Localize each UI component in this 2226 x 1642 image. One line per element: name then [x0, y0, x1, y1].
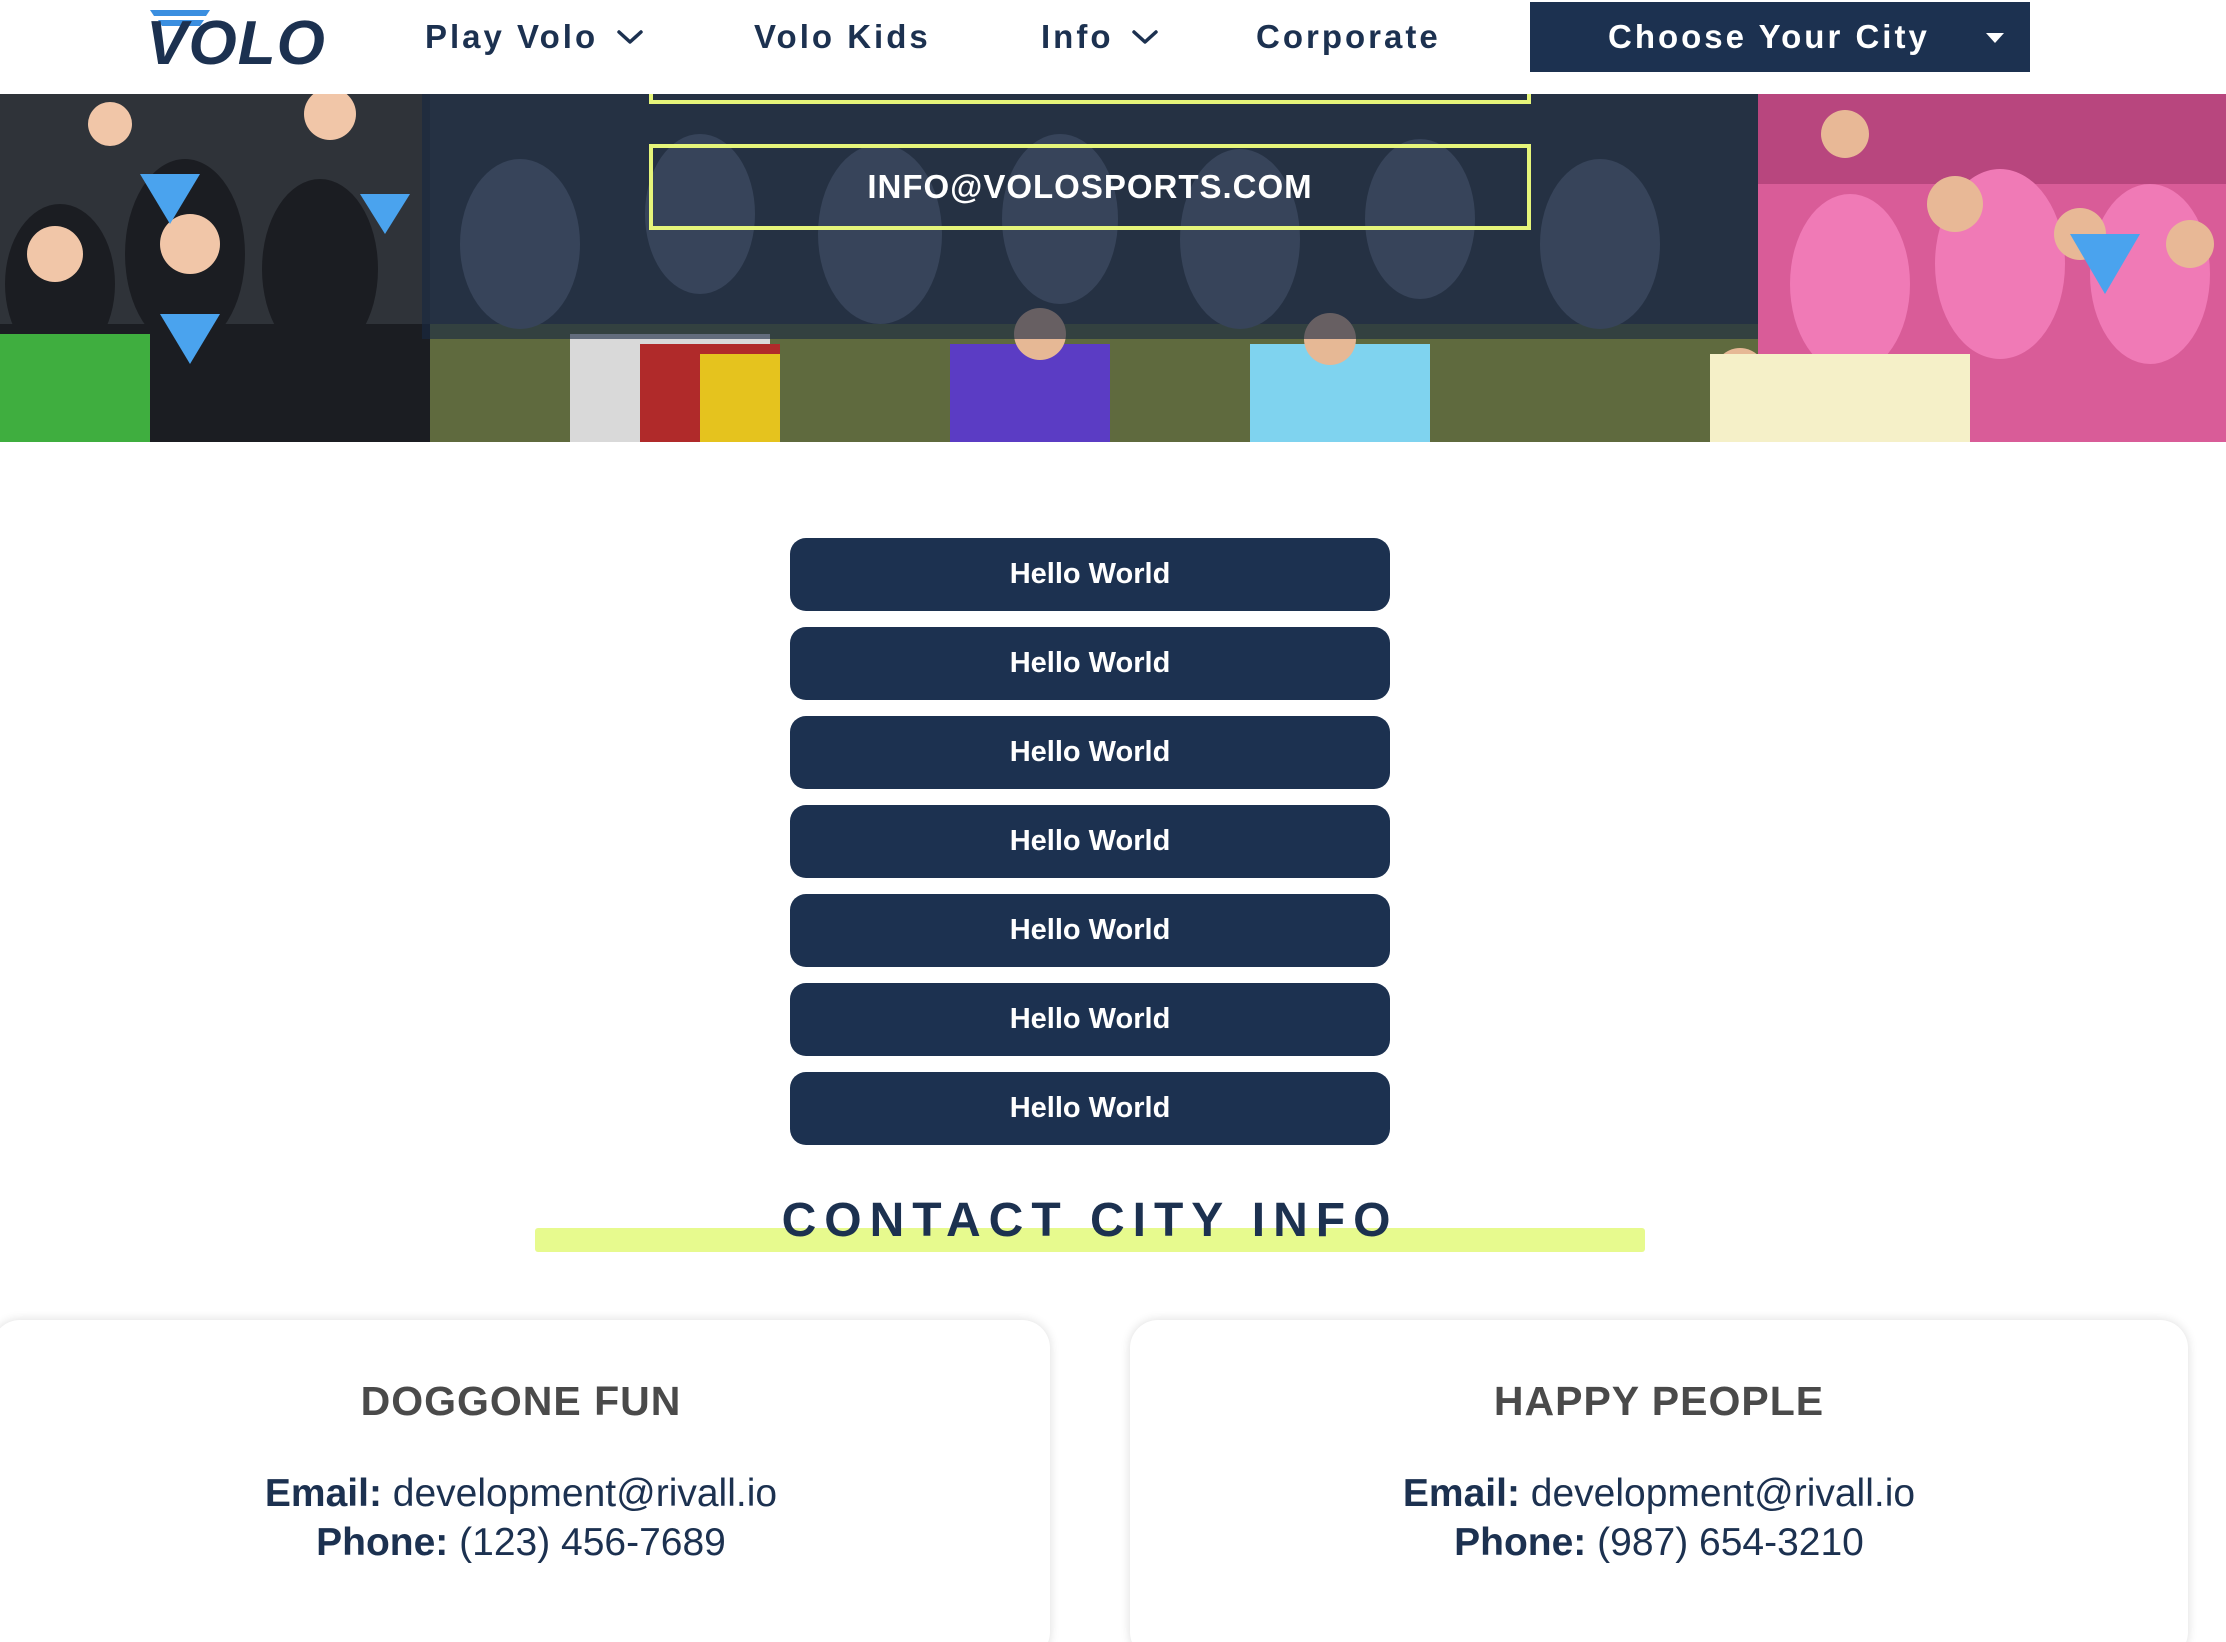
card-phone-line: Phone: (987) 654-3210 — [1130, 1518, 2188, 1567]
phone-label: Phone: — [1454, 1521, 1587, 1564]
nav-volo-kids[interactable]: Volo Kids — [754, 0, 931, 74]
hello-world-button[interactable]: Hello World — [790, 805, 1390, 878]
nav-volo-kids-label: Volo Kids — [754, 18, 931, 55]
hello-world-button[interactable]: Hello World — [790, 894, 1390, 967]
card-phone-line: Phone: (123) 456-7689 — [0, 1518, 1050, 1567]
chevron-down-icon — [617, 30, 643, 44]
choose-your-city-dropdown[interactable]: Choose Your City — [1530, 2, 2030, 72]
hello-world-button-list: Hello World Hello World Hello World Hell… — [790, 538, 1390, 1161]
contact-heading-section: CONTACT CITY INFO — [535, 1190, 1645, 1252]
phone-link[interactable]: (987) 654-3210 — [1597, 1521, 1864, 1564]
contact-heading: CONTACT CITY INFO — [781, 1194, 1399, 1247]
volo-logo[interactable]: VOLO — [150, 4, 325, 70]
nav-corporate[interactable]: Corporate — [1256, 0, 1441, 74]
hero-banner: INFO@VOLOSPORTS.COM — [0, 94, 2226, 442]
caret-down-icon — [1986, 33, 2004, 43]
nav-play-volo[interactable]: Play Volo — [425, 0, 644, 74]
hello-world-button[interactable]: Hello World — [790, 627, 1390, 700]
email-label: Email: — [1402, 1472, 1520, 1515]
svg-text:VOLO: VOLO — [150, 9, 325, 70]
contact-card-doggone-fun: DOGGONE FUN Email: development@rivall.io… — [0, 1320, 1050, 1642]
card-email-line: Email: development@rivall.io — [1130, 1469, 2188, 1518]
hello-world-button[interactable]: Hello World — [790, 538, 1390, 611]
contact-card-happy-people: HAPPY PEOPLE Email: development@rivall.i… — [1130, 1320, 2188, 1642]
hello-world-button[interactable]: Hello World — [790, 716, 1390, 789]
phone-label: Phone: — [316, 1521, 449, 1564]
card-email-line: Email: development@rivall.io — [0, 1469, 1050, 1518]
nav-info[interactable]: Info — [1041, 0, 1159, 74]
card-title: HAPPY PEOPLE — [1493, 1378, 1825, 1424]
phone-link[interactable]: (123) 456-7689 — [459, 1521, 726, 1564]
hello-world-button[interactable]: Hello World — [790, 1072, 1390, 1145]
hero-email-label: INFO@VOLOSPORTS.COM — [867, 168, 1313, 205]
email-label: Email: — [264, 1472, 382, 1515]
hello-world-button[interactable]: Hello World — [790, 983, 1390, 1056]
nav-play-volo-label: Play Volo — [425, 18, 599, 55]
hero-email-button[interactable]: INFO@VOLOSPORTS.COM — [649, 144, 1531, 230]
hero-outline-box — [649, 94, 1531, 104]
top-navigation: VOLO Play Volo Volo Kids Info Corporate … — [0, 0, 2226, 94]
nav-corporate-label: Corporate — [1256, 18, 1441, 55]
choose-your-city-label: Choose Your City — [1608, 18, 1930, 55]
chevron-down-icon — [1132, 30, 1159, 44]
email-link[interactable]: development@rivall.io — [393, 1472, 777, 1515]
card-title: DOGGONE FUN — [360, 1378, 682, 1424]
email-link[interactable]: development@rivall.io — [1531, 1472, 1915, 1515]
nav-info-label: Info — [1041, 18, 1114, 55]
